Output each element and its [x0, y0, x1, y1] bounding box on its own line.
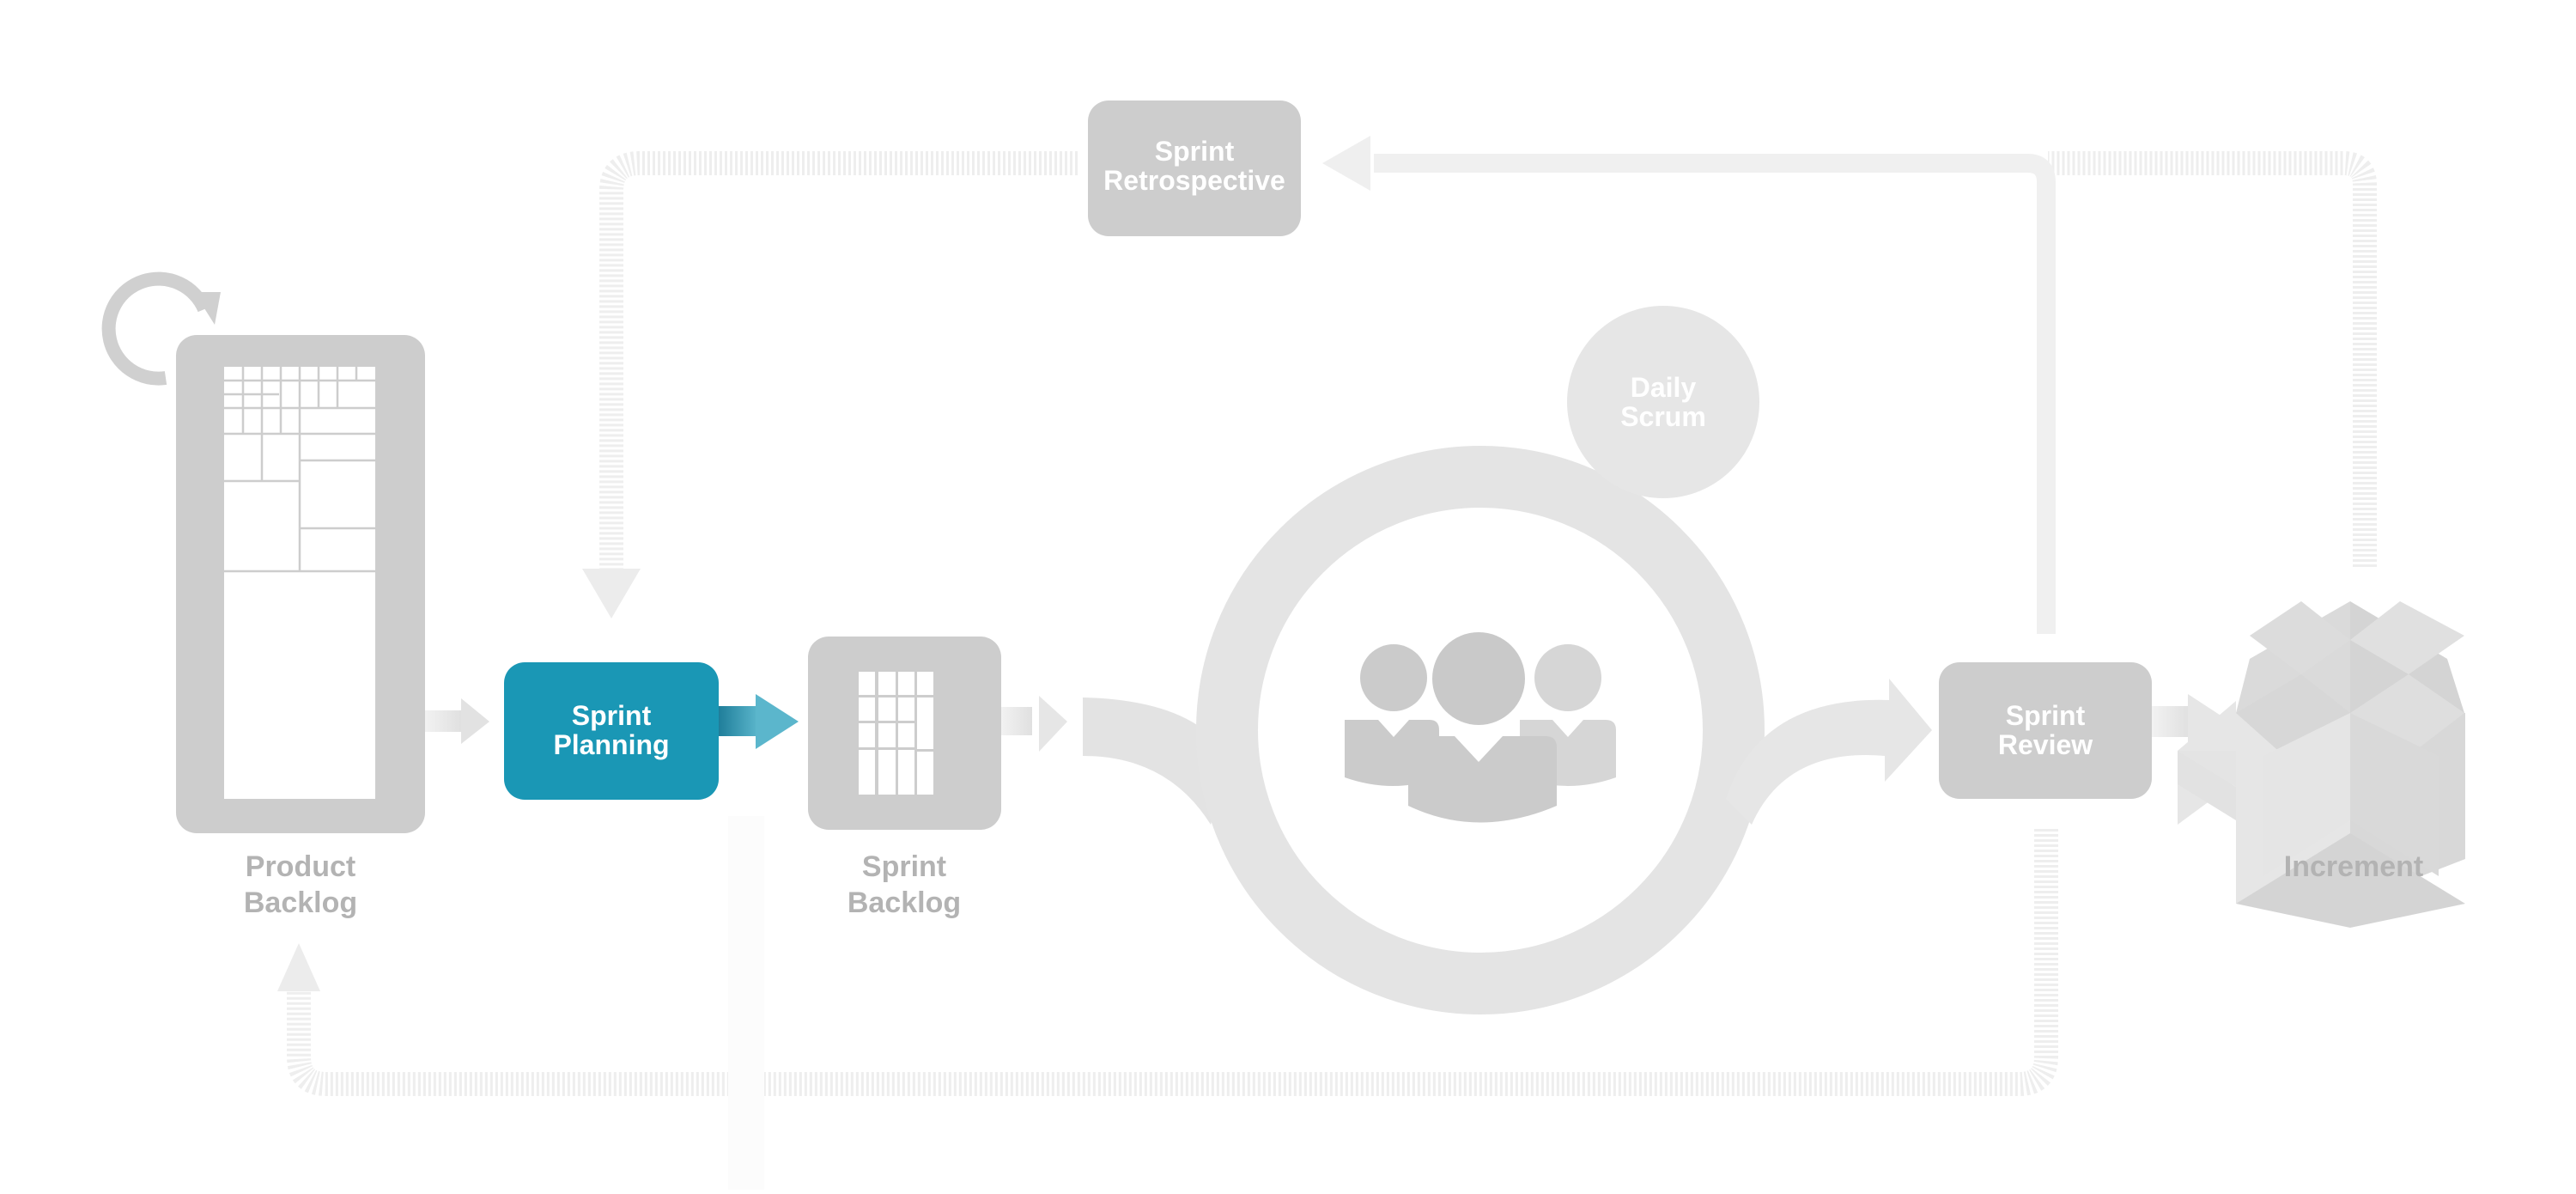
sprint-planning-label-2: Planning: [553, 729, 669, 760]
down-arrow-icon: [582, 569, 641, 618]
product-backlog-label-1: Product: [246, 850, 355, 883]
sprint-review-label-1: Sprint: [2006, 700, 2086, 731]
sprint-retrospective-label-1: Sprint: [1155, 136, 1235, 167]
increment-to-retro-flow: [2048, 151, 2377, 567]
diagram-canvas: Product Backlog Sprint Planning Sprint B…: [101, 101, 2465, 1190]
backlog-to-planning-arrow: [425, 698, 489, 744]
increment-label: Increment: [2284, 850, 2424, 883]
sprint-review-node[interactable]: Sprint Review: [1939, 662, 2152, 799]
sprint-review-label-2: Review: [1998, 729, 2093, 760]
sprint-cycle-ring: [1196, 446, 1765, 1014]
sprint-retrospective-label-2: Retrospective: [1103, 165, 1285, 196]
sprint-planning-label-1: Sprint: [572, 700, 652, 731]
scrum-diagram: Product Backlog Sprint Planning Sprint B…: [0, 0, 2576, 1190]
sprint-backlog-label-1: Sprint: [862, 850, 946, 883]
daily-scrum-label-2: Scrum: [1620, 401, 1706, 432]
product-backlog-label-2: Backlog: [244, 886, 357, 919]
up-arrow-icon: [277, 943, 320, 991]
product-backlog-node[interactable]: Product Backlog: [101, 271, 425, 919]
left-arrow-icon: [1322, 136, 1370, 191]
sprint-planning-node[interactable]: Sprint Planning: [504, 662, 719, 800]
sprint-backlog-label-2: Backlog: [848, 886, 961, 919]
sprint-retrospective-node[interactable]: Sprint Retrospective: [1088, 101, 1301, 236]
faint-strip: [728, 816, 764, 1190]
planning-to-sprint-backlog-arrow: [719, 694, 799, 749]
sprint-backlog-node[interactable]: Sprint Backlog: [808, 637, 1001, 919]
review-to-backlog-flow: [277, 829, 2058, 1096]
sprint-backlog-to-cycle-arrow: [1001, 696, 1067, 752]
increment-node[interactable]: Increment: [2178, 601, 2465, 928]
retro-to-planning-flow: [582, 151, 1078, 618]
daily-scrum-label-1: Daily: [1631, 372, 1697, 403]
daily-scrum-node[interactable]: Daily Scrum: [1567, 306, 1759, 498]
team-icon: [1345, 632, 1616, 823]
sprint-cycle: [1083, 446, 1932, 1014]
